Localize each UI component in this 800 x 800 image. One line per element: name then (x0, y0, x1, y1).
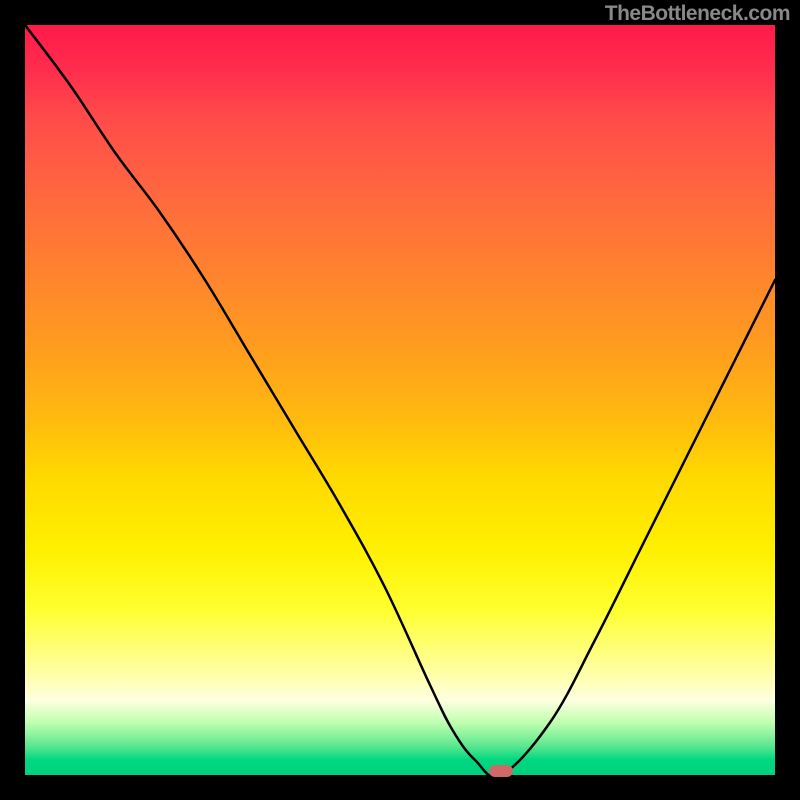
bottleneck-curve (25, 25, 775, 775)
plot-area (25, 25, 775, 775)
watermark-text: TheBottleneck.com (605, 2, 790, 26)
optimum-marker (489, 765, 513, 777)
chart-container: TheBottleneck.com (0, 0, 800, 800)
